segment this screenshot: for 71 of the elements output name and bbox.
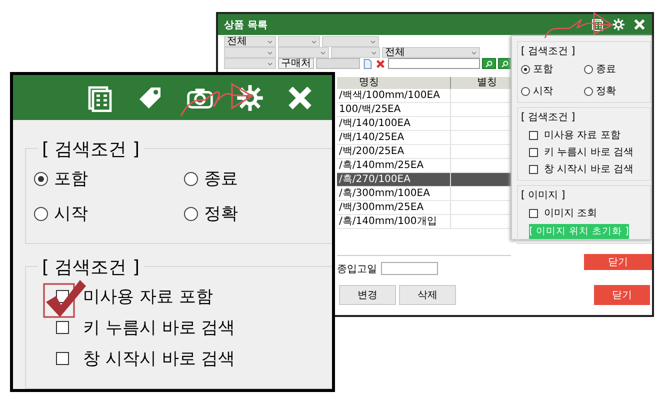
delete-icon[interactable] bbox=[375, 58, 386, 70]
book-icon[interactable] bbox=[591, 18, 604, 31]
option-label: 정확 bbox=[596, 85, 616, 98]
radio-button[interactable] bbox=[34, 206, 48, 220]
group-title: [ 이미지 ] bbox=[521, 189, 566, 202]
document-icon[interactable] bbox=[362, 58, 373, 70]
column-header: 명칭 bbox=[337, 77, 451, 89]
option-label: 키 누름시 바로 검색 bbox=[544, 146, 634, 159]
table-row[interactable]: /백/300mm/25EA bbox=[337, 201, 511, 215]
option-label: 미사용 자료 포함 bbox=[544, 129, 620, 142]
settings-icon[interactable] bbox=[236, 84, 264, 112]
radio-button[interactable] bbox=[584, 64, 593, 74]
action-button[interactable]: 변경 bbox=[339, 285, 396, 305]
radio-button[interactable] bbox=[184, 206, 198, 220]
checkbox[interactable] bbox=[529, 148, 538, 156]
table-row[interactable]: /흑/140mm/100개입 bbox=[337, 215, 511, 229]
radio-button[interactable] bbox=[521, 86, 530, 96]
option-label: 포함 bbox=[533, 63, 553, 76]
settings-icon[interactable] bbox=[612, 18, 625, 31]
option-label: 종료 bbox=[204, 168, 238, 190]
option-label: 시작 bbox=[533, 85, 553, 98]
close-button[interactable]: 닫기 bbox=[584, 254, 652, 270]
action-button[interactable]: 삭제 bbox=[399, 285, 456, 305]
book-icon[interactable] bbox=[86, 84, 114, 112]
checkbox[interactable] bbox=[529, 130, 538, 140]
close-icon[interactable] bbox=[286, 84, 314, 112]
close-button[interactable]: 닫기 bbox=[594, 285, 650, 305]
radio-button[interactable] bbox=[184, 172, 198, 186]
dropdown[interactable]: 전체 bbox=[382, 47, 480, 58]
search-field[interactable] bbox=[388, 58, 480, 69]
search-button[interactable] bbox=[482, 58, 496, 69]
option-label: 창 시작시 바로 검색 bbox=[544, 163, 634, 176]
table-row[interactable]: /백/200/25EA bbox=[337, 145, 511, 159]
window-title: 상품 목록 bbox=[224, 18, 268, 32]
checkbox[interactable] bbox=[529, 164, 538, 174]
radio-button[interactable] bbox=[521, 64, 530, 74]
radio-button[interactable] bbox=[34, 172, 48, 186]
column-header: 별칭 bbox=[476, 77, 498, 89]
caret-icon bbox=[471, 50, 477, 56]
dropdown[interactable]: 전체 bbox=[224, 36, 276, 47]
checkbox[interactable] bbox=[56, 321, 69, 334]
supplier-button[interactable]: 구매처 bbox=[278, 58, 314, 69]
option-label: 포함 bbox=[54, 168, 88, 190]
group-title: [ 검색조건 ] bbox=[521, 111, 576, 124]
option-label: 시작 bbox=[54, 203, 88, 225]
radio-button[interactable] bbox=[584, 86, 593, 96]
option-label: 키 누름시 바로 검색 bbox=[83, 317, 236, 339]
option-label: 종료 bbox=[596, 63, 616, 76]
checkbox[interactable] bbox=[529, 208, 538, 218]
annotation-arrow bbox=[544, 12, 614, 38]
search-icon bbox=[501, 60, 509, 68]
input-field[interactable] bbox=[316, 58, 360, 69]
checkmark-icon bbox=[46, 280, 86, 317]
close-icon[interactable] bbox=[633, 18, 646, 31]
date-field[interactable] bbox=[381, 262, 438, 275]
highlight-box bbox=[43, 283, 75, 318]
checkbox[interactable] bbox=[56, 352, 69, 365]
field-label: 종입고일 bbox=[337, 262, 377, 276]
table-row[interactable]: /백/140/25EA bbox=[337, 131, 511, 145]
table-row[interactable]: /백/140/100EA bbox=[337, 117, 511, 131]
option-label: 창 시작시 바로 검색 bbox=[83, 348, 236, 370]
group-title: [ 검색조건 ] bbox=[521, 45, 576, 58]
search-button[interactable] bbox=[498, 58, 512, 69]
option-label: 미사용 자료 포함 bbox=[83, 286, 213, 308]
table-row[interactable]: /흑/270/100EA bbox=[337, 173, 511, 187]
table-row[interactable]: /백색/100mm/100EA bbox=[337, 89, 511, 103]
option-label: 정확 bbox=[204, 203, 238, 225]
table-row[interactable]: /흑/300mm/100EA bbox=[337, 187, 511, 201]
option-label: 이미지 조회 bbox=[544, 207, 598, 220]
search-icon bbox=[485, 60, 493, 68]
table-row[interactable]: 100/백/25EA bbox=[337, 103, 511, 117]
